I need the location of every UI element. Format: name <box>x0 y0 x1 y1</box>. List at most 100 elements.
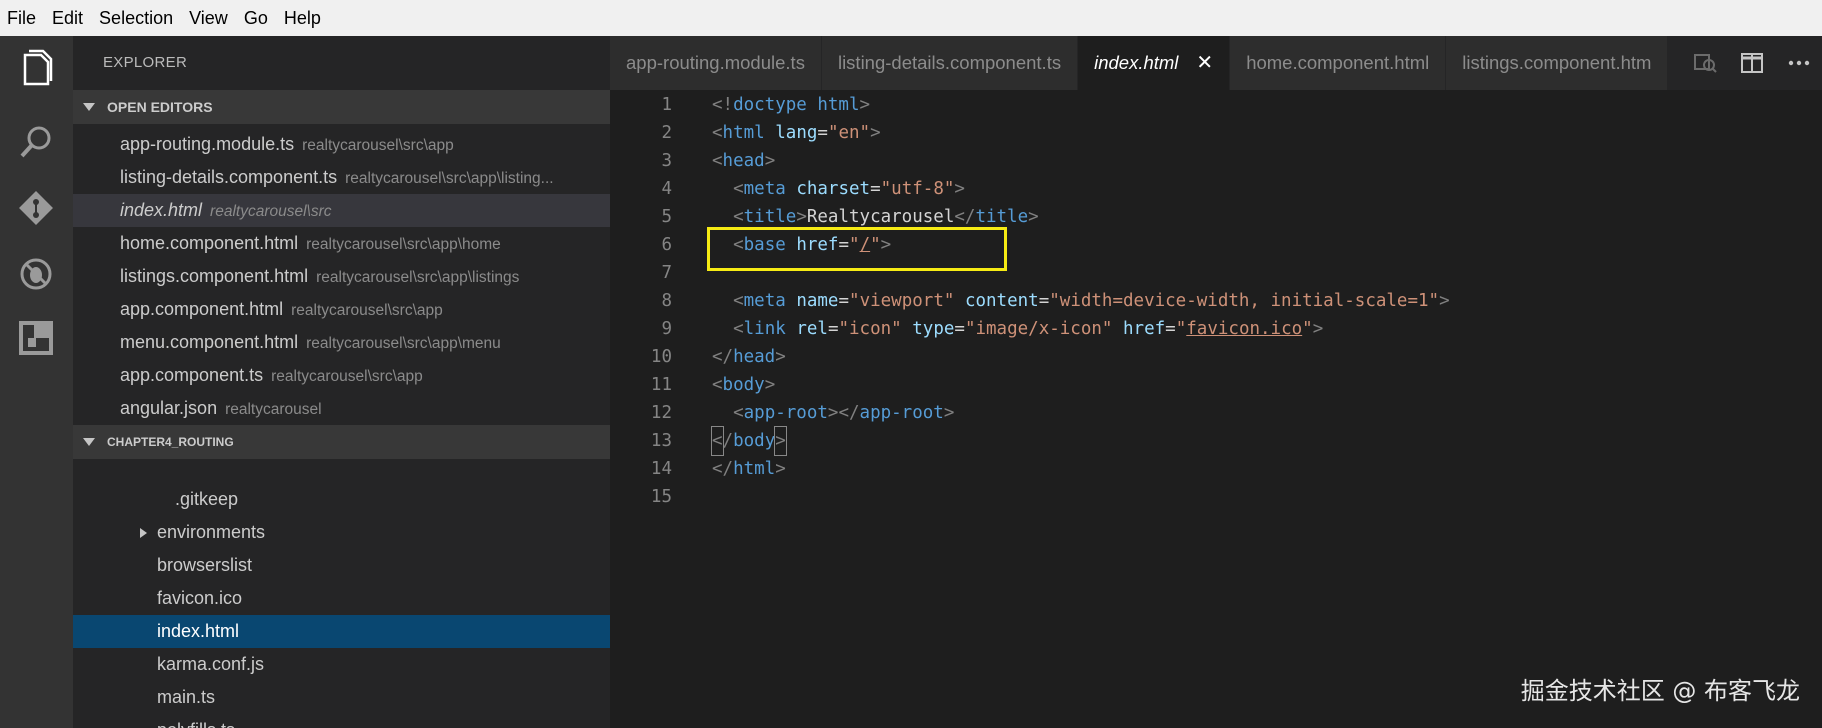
menu-file[interactable]: File <box>0 0 45 36</box>
tree-item[interactable]: .gitkeep <box>73 483 610 516</box>
project-header[interactable]: CHAPTER4_ROUTING <box>73 425 610 459</box>
debug-icon[interactable] <box>16 254 56 294</box>
code-token: " <box>1302 319 1313 339</box>
close-icon[interactable]: ✕ <box>1196 36 1213 90</box>
file-path: realtycarousel\src\app\listing... <box>345 170 554 187</box>
menu-bar: File Edit Selection View Go Help <box>0 0 1822 36</box>
menu-help[interactable]: Help <box>277 0 330 36</box>
highlight-annotation-box <box>707 227 1007 271</box>
code-token: app-root <box>743 403 828 423</box>
files-icon[interactable] <box>16 48 56 88</box>
line-number: 1 <box>661 95 672 115</box>
line-number: 8 <box>661 291 672 311</box>
file-name: app.component.html <box>120 299 284 319</box>
file-name: menu.component.html <box>120 332 299 352</box>
open-editors-header[interactable]: OPEN EDITORS <box>73 90 610 124</box>
code-token: body <box>722 375 765 395</box>
open-editor-item[interactable]: angular.json realtycarousel <box>73 392 610 425</box>
code-token: meta <box>743 291 786 311</box>
menu-edit[interactable]: Edit <box>45 0 92 36</box>
tree-item[interactable]: karma.conf.js <box>73 648 610 681</box>
code-token: type <box>912 319 955 339</box>
code-token: title <box>743 207 797 227</box>
code-token: lang <box>775 123 818 143</box>
code-token: " <box>1175 319 1187 339</box>
line-number: 7 <box>661 263 672 283</box>
file-path: realtycarousel\src\app\home <box>306 236 501 253</box>
split-editor-icon[interactable] <box>1739 50 1765 76</box>
editor-actions <box>1682 36 1822 90</box>
line-number: 9 <box>661 319 672 339</box>
more-actions-icon[interactable] <box>1786 50 1812 76</box>
code-token: "viewport" <box>849 291 955 311</box>
file-tree: .gitkeep environments browserslist favic… <box>73 459 610 728</box>
tree-item[interactable]: favicon.ico <box>73 582 610 615</box>
file-path: realtycarousel\src\app <box>302 137 454 154</box>
code-token: favicon.ico <box>1186 319 1303 339</box>
watermark: 掘金技术社区 @ 布客飞龙 <box>1520 677 1800 705</box>
code-token: html <box>733 459 776 479</box>
open-editor-item-active[interactable]: index.html realtycarousel\src <box>73 194 610 227</box>
code-token: app-root <box>859 403 944 423</box>
explorer-sidebar: EXPLORER OPEN EDITORS app-routing.module… <box>73 36 610 728</box>
activity-bar <box>0 36 73 728</box>
file-path: realtycarousel\src\app <box>271 368 423 385</box>
chevron-right-icon <box>140 528 147 538</box>
file-name: index.html <box>120 200 203 220</box>
open-editor-item[interactable]: app.component.ts realtycarousel\src\app <box>73 359 610 392</box>
file-name: home.component.html <box>120 233 299 253</box>
file-name: app-routing.module.ts <box>120 134 295 154</box>
line-number: 3 <box>661 151 672 171</box>
search-icon[interactable] <box>16 122 56 162</box>
line-number: 5 <box>661 207 672 227</box>
tab-listing-details[interactable]: listing-details.component.ts <box>821 36 1079 90</box>
file-name: app.component.ts <box>120 365 264 385</box>
line-number: 12 <box>650 403 672 423</box>
source-control-icon[interactable] <box>16 188 56 228</box>
code-token: content <box>964 291 1039 311</box>
menu-selection[interactable]: Selection <box>92 0 182 36</box>
tab-listings-component[interactable]: listings.component.htm <box>1446 36 1669 90</box>
code-token: "width=device-width, initial-scale=1" <box>1049 291 1440 311</box>
line-number: 4 <box>661 179 672 199</box>
open-editors-list: app-routing.module.ts realtycarousel\src\… <box>73 124 610 425</box>
tree-item-selected[interactable]: index.html <box>73 615 610 648</box>
open-editor-item[interactable]: listings.component.html realtycarousel\sr… <box>73 260 610 293</box>
code-token: rel <box>796 319 828 339</box>
line-number: 11 <box>650 375 672 395</box>
menu-view[interactable]: View <box>182 0 237 36</box>
open-editor-item[interactable]: menu.component.html realtycarousel\src\ap… <box>73 326 610 359</box>
extensions-icon[interactable] <box>16 318 56 358</box>
file-path: realtycarousel\src\app\listings <box>316 269 520 286</box>
code-editor[interactable]: 1 <!doctype html> 2 <html lang="en"> 3 <hea… <box>610 90 1822 728</box>
line-number: 14 <box>650 459 672 479</box>
file-path: realtycarousel\src <box>210 203 332 220</box>
tree-item[interactable]: main.ts <box>73 681 610 714</box>
tab-home-component[interactable]: home.component.html <box>1230 36 1447 90</box>
tab-index-html[interactable]: index.html ✕ <box>1078 36 1231 90</box>
chevron-down-icon <box>83 103 95 111</box>
open-editor-item[interactable]: app.component.html realtycarousel\src\app <box>73 293 610 326</box>
code-token: link <box>743 319 786 339</box>
tab-app-routing[interactable]: app-routing.module.ts <box>610 36 822 90</box>
menu-go[interactable]: Go <box>237 0 277 36</box>
tree-item-label: environments <box>157 522 266 542</box>
open-editor-item[interactable]: home.component.html realtycarousel\src\ap… <box>73 227 610 260</box>
tree-folder-environments[interactable]: environments <box>73 516 610 549</box>
open-editor-item[interactable]: app-routing.module.ts realtycarousel\src\… <box>73 128 610 161</box>
tree-item[interactable]: polyfills.ts <box>73 714 610 728</box>
code-token: meta <box>743 179 786 199</box>
line-number: 15 <box>650 487 672 507</box>
open-changes-icon[interactable] <box>1692 50 1718 76</box>
tree-item[interactable]: browserslist <box>73 549 610 582</box>
file-path: realtycarousel\src\app\menu <box>306 335 501 352</box>
file-path: realtycarousel\src\app <box>291 302 443 319</box>
code-token: Realtycarousel <box>806 207 955 227</box>
file-name: listings.component.html <box>120 266 309 286</box>
open-editor-item[interactable]: listing-details.component.ts realtycarous… <box>73 161 610 194</box>
project-label: CHAPTER4_ROUTING <box>107 435 234 449</box>
line-number: 6 <box>661 235 672 255</box>
line-number: 10 <box>650 347 672 367</box>
code-token: html <box>722 123 765 143</box>
code-token: doctype html <box>733 95 860 115</box>
